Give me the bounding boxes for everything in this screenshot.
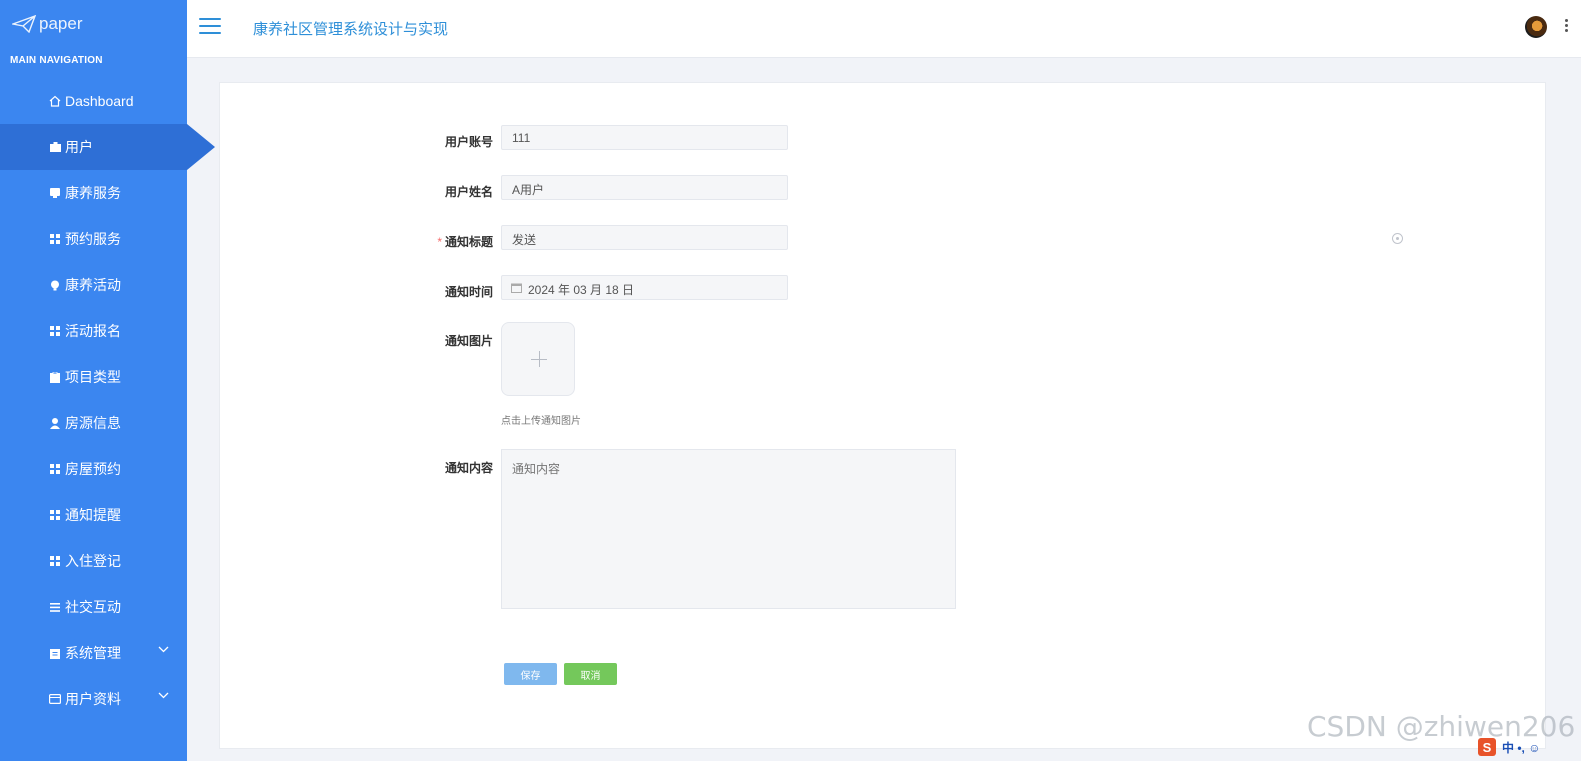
sidebar-item-label: 项目类型: [65, 369, 121, 385]
list-icon: [49, 601, 61, 613]
ime-toolbar[interactable]: S 中 •, ☺: [1478, 738, 1540, 756]
sidebar-item-booking-services[interactable]: 预约服务: [0, 216, 187, 262]
cancel-button[interactable]: 取消: [564, 663, 617, 685]
brand-name: paper: [39, 14, 83, 33]
sidebar-item-label: 活动报名: [65, 323, 121, 339]
required-mark: *: [437, 235, 442, 249]
user-icon: [49, 417, 61, 429]
avatar[interactable]: [1525, 16, 1547, 38]
sidebar-item-user-profile[interactable]: 用户资料: [0, 676, 187, 722]
grid-icon: [49, 509, 61, 521]
main-navigation: Dashboard 用户 康养服务 预约服务 康养活动 活动报名 项目类型 房源…: [0, 78, 215, 722]
sidebar-item-label: 房屋预约: [65, 461, 121, 477]
content-textarea[interactable]: [501, 449, 956, 609]
grid-icon: [49, 463, 61, 475]
image-label: 通知图片: [444, 334, 493, 348]
sidebar-item-label: 社交互动: [65, 599, 121, 615]
sidebar-item-label: 系统管理: [65, 645, 121, 661]
chevron-down-icon: [158, 646, 169, 653]
menu-toggle-icon[interactable]: [199, 18, 221, 36]
sidebar-item-label: 房源信息: [65, 415, 121, 431]
save-button[interactable]: 保存: [504, 663, 557, 685]
sidebar-item-social[interactable]: 社交互动: [0, 584, 187, 630]
clipboard-icon: [49, 371, 61, 383]
time-label: 通知时间: [444, 285, 493, 299]
image-upload[interactable]: [501, 322, 575, 396]
sidebar-item-label: 用户: [65, 139, 93, 155]
sidebar-item-care-activities[interactable]: 康养活动: [0, 262, 187, 308]
card-icon: [49, 693, 61, 705]
sidebar-item-notifications[interactable]: 通知提醒: [0, 492, 187, 538]
sidebar-item-house-booking[interactable]: 房屋预约: [0, 446, 187, 492]
sidebar-item-checkin[interactable]: 入住登记: [0, 538, 187, 584]
bulb-icon: [49, 279, 61, 291]
bookmark-icon: [49, 187, 61, 199]
ime-status: 中 •, ☺: [1502, 740, 1541, 755]
home-icon: [49, 95, 61, 107]
calendar-icon: [511, 283, 522, 293]
sidebar-item-users[interactable]: 用户: [0, 124, 215, 170]
sidebar-item-label: 预约服务: [65, 231, 121, 247]
sidebar-item-housing-info[interactable]: 房源信息: [0, 400, 187, 446]
brand-logo[interactable]: paper: [12, 10, 82, 38]
title-label: * 通知标题: [413, 233, 493, 250]
paper-plane-icon: [12, 15, 36, 33]
grid-icon: [49, 555, 61, 567]
grid-icon: [49, 325, 61, 337]
content-label: 通知内容: [444, 461, 493, 475]
briefcase-icon: [49, 141, 61, 153]
upload-hint: 点击上传通知图片: [501, 416, 581, 427]
sogou-icon: S: [1478, 738, 1496, 756]
top-header: 康养社区管理系统设计与实现: [187, 0, 1581, 58]
sidebar-item-label: Dashboard: [65, 93, 134, 109]
name-label: 用户姓名: [444, 185, 493, 199]
account-input[interactable]: 111: [501, 125, 788, 150]
clear-icon[interactable]: [1392, 233, 1403, 244]
clipboard-icon: [49, 647, 61, 659]
nav-heading: MAIN NAVIGATION: [10, 55, 103, 66]
sidebar: paper MAIN NAVIGATION Dashboard 用户 康养服务: [0, 0, 215, 761]
sidebar-item-dashboard[interactable]: Dashboard: [0, 78, 187, 124]
sidebar-item-label: 康养服务: [65, 185, 121, 201]
chevron-down-icon: [158, 692, 169, 699]
sidebar-item-care-services[interactable]: 康养服务: [0, 170, 187, 216]
sidebar-item-label: 康养活动: [65, 277, 121, 293]
account-label: 用户账号: [444, 135, 493, 149]
sidebar-item-label: 入住登记: [65, 553, 121, 569]
sidebar-item-label: 通知提醒: [65, 507, 121, 523]
title-label-text: 通知标题: [444, 235, 493, 249]
date-picker[interactable]: 2024 年 03 月 18 日: [501, 275, 788, 300]
name-input[interactable]: A用户: [501, 175, 788, 200]
app-title: 康养社区管理系统设计与实现: [253, 21, 449, 38]
sidebar-item-system-management[interactable]: 系统管理: [0, 630, 187, 676]
more-vertical-icon[interactable]: [1565, 19, 1569, 34]
sidebar-item-label: 用户资料: [65, 691, 121, 707]
grid-icon: [49, 233, 61, 245]
title-input[interactable]: 发送: [501, 225, 788, 250]
sidebar-item-activity-signup[interactable]: 活动报名: [0, 308, 187, 354]
sidebar-item-project-types[interactable]: 项目类型: [0, 354, 187, 400]
date-value: 2024 年 03 月 18 日: [528, 283, 635, 297]
